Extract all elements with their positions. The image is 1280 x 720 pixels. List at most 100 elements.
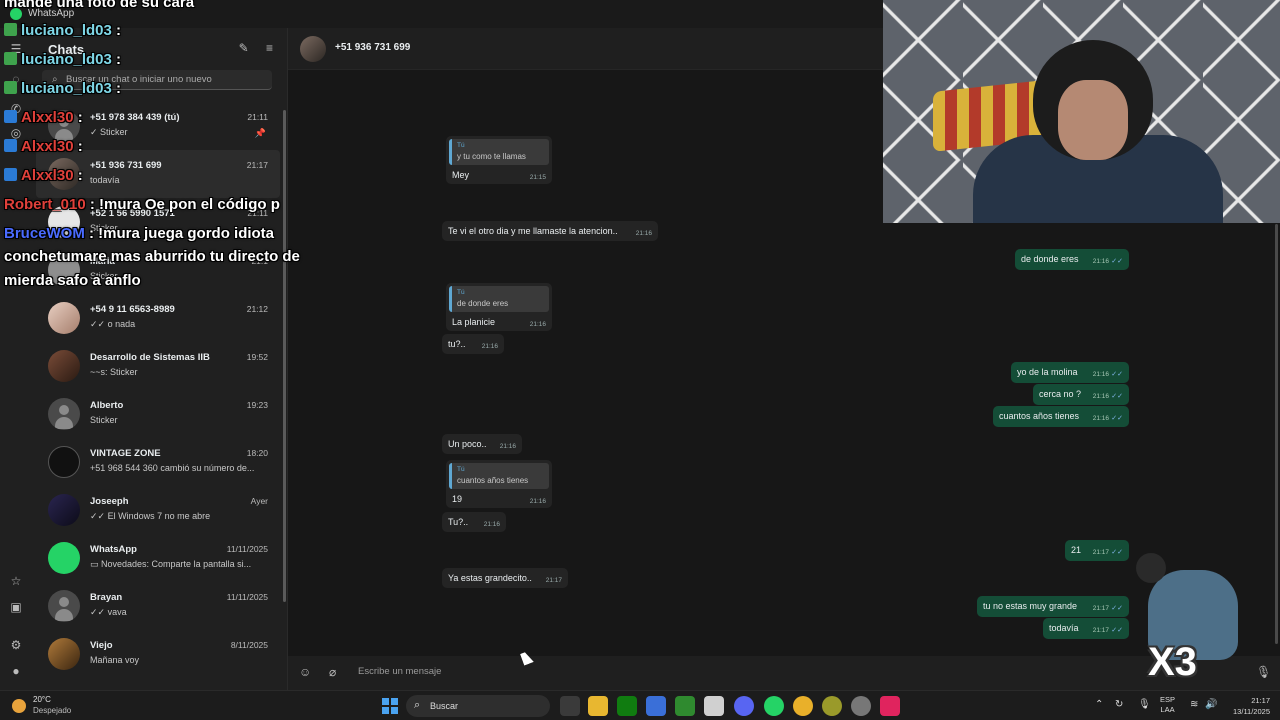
- message-bubble-out[interactable]: tu no estas muy grande 21:17 ✓✓: [977, 596, 1129, 617]
- message-bubble-in[interactable]: Tú y tu como te llamas Mey 21:15: [446, 136, 552, 184]
- status-icon[interactable]: ◎: [9, 126, 23, 140]
- message-text: Mey: [452, 170, 470, 180]
- message-bubble-out[interactable]: de donde eres 21:16 ✓✓: [1015, 249, 1129, 270]
- chat-preview: Sticker: [90, 415, 118, 425]
- avatar: [48, 446, 80, 478]
- message-bubble-in[interactable]: tu?.. 21:16: [442, 334, 504, 354]
- microphone-icon[interactable]: 🎙: [1256, 665, 1271, 679]
- language-indicator[interactable]: ESP LAA: [1160, 695, 1175, 715]
- message-bubble-out[interactable]: todavía 21:17 ✓✓: [1043, 618, 1129, 639]
- chrome-icon[interactable]: [793, 696, 813, 716]
- conversation-scrollbar[interactable]: [1275, 224, 1278, 644]
- message-bubble-in[interactable]: Tu?.. 21:16: [442, 512, 506, 532]
- chat-item[interactable]: WhatsApp 11/11/2025 ▭ Novedades: Compart…: [36, 534, 280, 582]
- message-time: 21:16: [1092, 258, 1109, 265]
- quoted-message[interactable]: Tú cuantos años tienes: [449, 463, 549, 489]
- calls-icon[interactable]: ✆: [9, 102, 23, 116]
- quoted-message[interactable]: Tú de donde eres: [449, 286, 549, 312]
- message-text: yo de la molina: [1017, 367, 1078, 377]
- file-explorer-icon[interactable]: [588, 696, 608, 716]
- quoted-message[interactable]: Tú y tu como te llamas: [449, 139, 549, 165]
- chat-item[interactable]: Viejo 8/11/2025 Mañana voy: [36, 630, 280, 678]
- message-text: todavía: [1049, 623, 1079, 633]
- chat-list-scrollbar[interactable]: [283, 110, 286, 602]
- message-bubble-in[interactable]: Un poco.. 21:16: [442, 434, 522, 454]
- chat-name: Joseeph: [90, 496, 129, 507]
- chat-item[interactable]: Joseeph Ayer ✓✓ El Windows 7 no me abre: [36, 486, 280, 534]
- weather-condition[interactable]: Despejado: [33, 706, 71, 715]
- task-view-icon[interactable]: [560, 696, 580, 716]
- settings-icon[interactable]: ⚙: [9, 638, 23, 652]
- xbox-icon[interactable]: [617, 696, 637, 716]
- sticker-multiplier: X3: [1148, 640, 1197, 684]
- attach-icon[interactable]: ⌀: [329, 665, 336, 679]
- message-text: cerca no ?: [1039, 389, 1082, 399]
- taskbar-search[interactable]: ⌕ Buscar: [406, 695, 550, 717]
- message-bubble-in[interactable]: Te vi el otro dia y me llamaste la atenc…: [442, 221, 658, 241]
- search-placeholder: Buscar un chat o iniciar uno nuevo: [66, 74, 212, 85]
- app-icon[interactable]: [822, 696, 842, 716]
- microphone-tray-icon[interactable]: 🎙: [1138, 699, 1151, 710]
- avatar: [48, 590, 80, 622]
- chat-item[interactable]: +54 9 11 6563-8989 21:12 ✓✓ o nada: [36, 294, 280, 342]
- whatsapp-logo-icon: [10, 8, 22, 20]
- emoji-icon[interactable]: ☺: [299, 665, 311, 679]
- message-bubble-in[interactable]: Ya estas grandecito.. 21:17: [442, 568, 568, 588]
- chat-item[interactable]: Desarrollo de Sistemas IIB 19:52 ~~s: St…: [36, 342, 280, 390]
- app-icon[interactable]: [704, 696, 724, 716]
- avatar: [48, 494, 80, 526]
- chat-item[interactable]: +51 978 384 439 (tú) 21:11 ✓ Sticker 📌: [36, 102, 280, 150]
- chat-item[interactable]: Brayan 11/11/2025 ✓✓ vava: [36, 582, 280, 630]
- message-bubble-out[interactable]: yo de la molina 21:16 ✓✓: [1011, 362, 1129, 383]
- start-button[interactable]: [382, 698, 398, 714]
- message-bubble-in[interactable]: Tú de donde eres La planicie 21:16: [446, 283, 552, 331]
- message-time: 21:16: [529, 321, 546, 328]
- read-receipt-icon: ✓✓: [1111, 258, 1123, 265]
- message-input[interactable]: Escribe un mensaje: [358, 666, 441, 677]
- sidebar-actions: ✎ ≡: [225, 41, 273, 55]
- profile-icon[interactable]: ●: [9, 664, 23, 678]
- navigation-rail: ☰ ◌ ✆ ◎ ☆ ▣ ⚙ ●: [0, 28, 32, 690]
- quote-text: de donde eres: [457, 299, 509, 308]
- chat-item[interactable]: Maria 21:1 Sticker: [36, 246, 280, 294]
- message-time: 21:16: [1092, 415, 1109, 422]
- filter-icon[interactable]: ≡: [266, 41, 273, 55]
- message-bubble-out[interactable]: 21 21:17 ✓✓: [1065, 540, 1129, 561]
- tiktok-icon[interactable]: [880, 696, 900, 716]
- message-bubble-in[interactable]: Tú cuantos años tienes 19 21:16: [446, 460, 552, 508]
- message-time: 21:17: [1092, 549, 1109, 556]
- sync-icon[interactable]: ↻: [1115, 699, 1123, 710]
- sticker-head: [1136, 553, 1166, 583]
- menu-icon[interactable]: ☰: [9, 42, 23, 56]
- wifi-icon[interactable]: ≋: [1190, 699, 1198, 710]
- chat-time: 21:17: [246, 160, 268, 170]
- chat-item[interactable]: +52 1 56 5990 1571 21:11 Sticker: [36, 198, 280, 246]
- window-title: WhatsApp: [28, 8, 75, 19]
- whatsapp-taskbar-icon[interactable]: [764, 696, 784, 716]
- chat-preview: Sticker: [90, 223, 118, 233]
- chat-preview: +51 968 544 360 cambió su número de...: [90, 463, 255, 473]
- chats-icon[interactable]: ◌: [9, 72, 23, 86]
- chat-item[interactable]: Alberto 19:23 Sticker: [36, 390, 280, 438]
- message-time: 21:16: [529, 498, 546, 505]
- chat-time: 11/11/2025: [226, 592, 268, 602]
- search-input[interactable]: ⌕ Buscar un chat o iniciar uno nuevo: [42, 70, 272, 90]
- weather-icon[interactable]: [12, 699, 26, 713]
- weather-temperature[interactable]: 20°C: [33, 695, 51, 704]
- chat-time: 21:1: [251, 256, 268, 266]
- message-bubble-out[interactable]: cerca no ? 21:16 ✓✓: [1033, 384, 1129, 405]
- new-chat-icon[interactable]: ✎: [239, 41, 249, 55]
- tray-overflow-icon[interactable]: ⌃: [1095, 699, 1103, 710]
- message-bubble-out[interactable]: cuantos años tienes 21:16 ✓✓: [993, 406, 1129, 427]
- chat-item-active[interactable]: +51 936 731 699 21:17 todavía: [36, 150, 280, 198]
- store-icon[interactable]: [646, 696, 666, 716]
- chat-item[interactable]: VINTAGE ZONE 18:20 +51 968 544 360 cambi…: [36, 438, 280, 486]
- archived-icon[interactable]: ▣: [9, 600, 23, 614]
- contact-avatar[interactable]: [300, 36, 326, 62]
- minecraft-icon[interactable]: [675, 696, 695, 716]
- obs-icon[interactable]: [851, 696, 871, 716]
- volume-icon[interactable]: 🔊: [1205, 699, 1217, 710]
- taskbar-clock[interactable]: 21:17 13/11/2025: [1222, 695, 1270, 717]
- discord-icon[interactable]: [734, 696, 754, 716]
- starred-icon[interactable]: ☆: [9, 574, 23, 588]
